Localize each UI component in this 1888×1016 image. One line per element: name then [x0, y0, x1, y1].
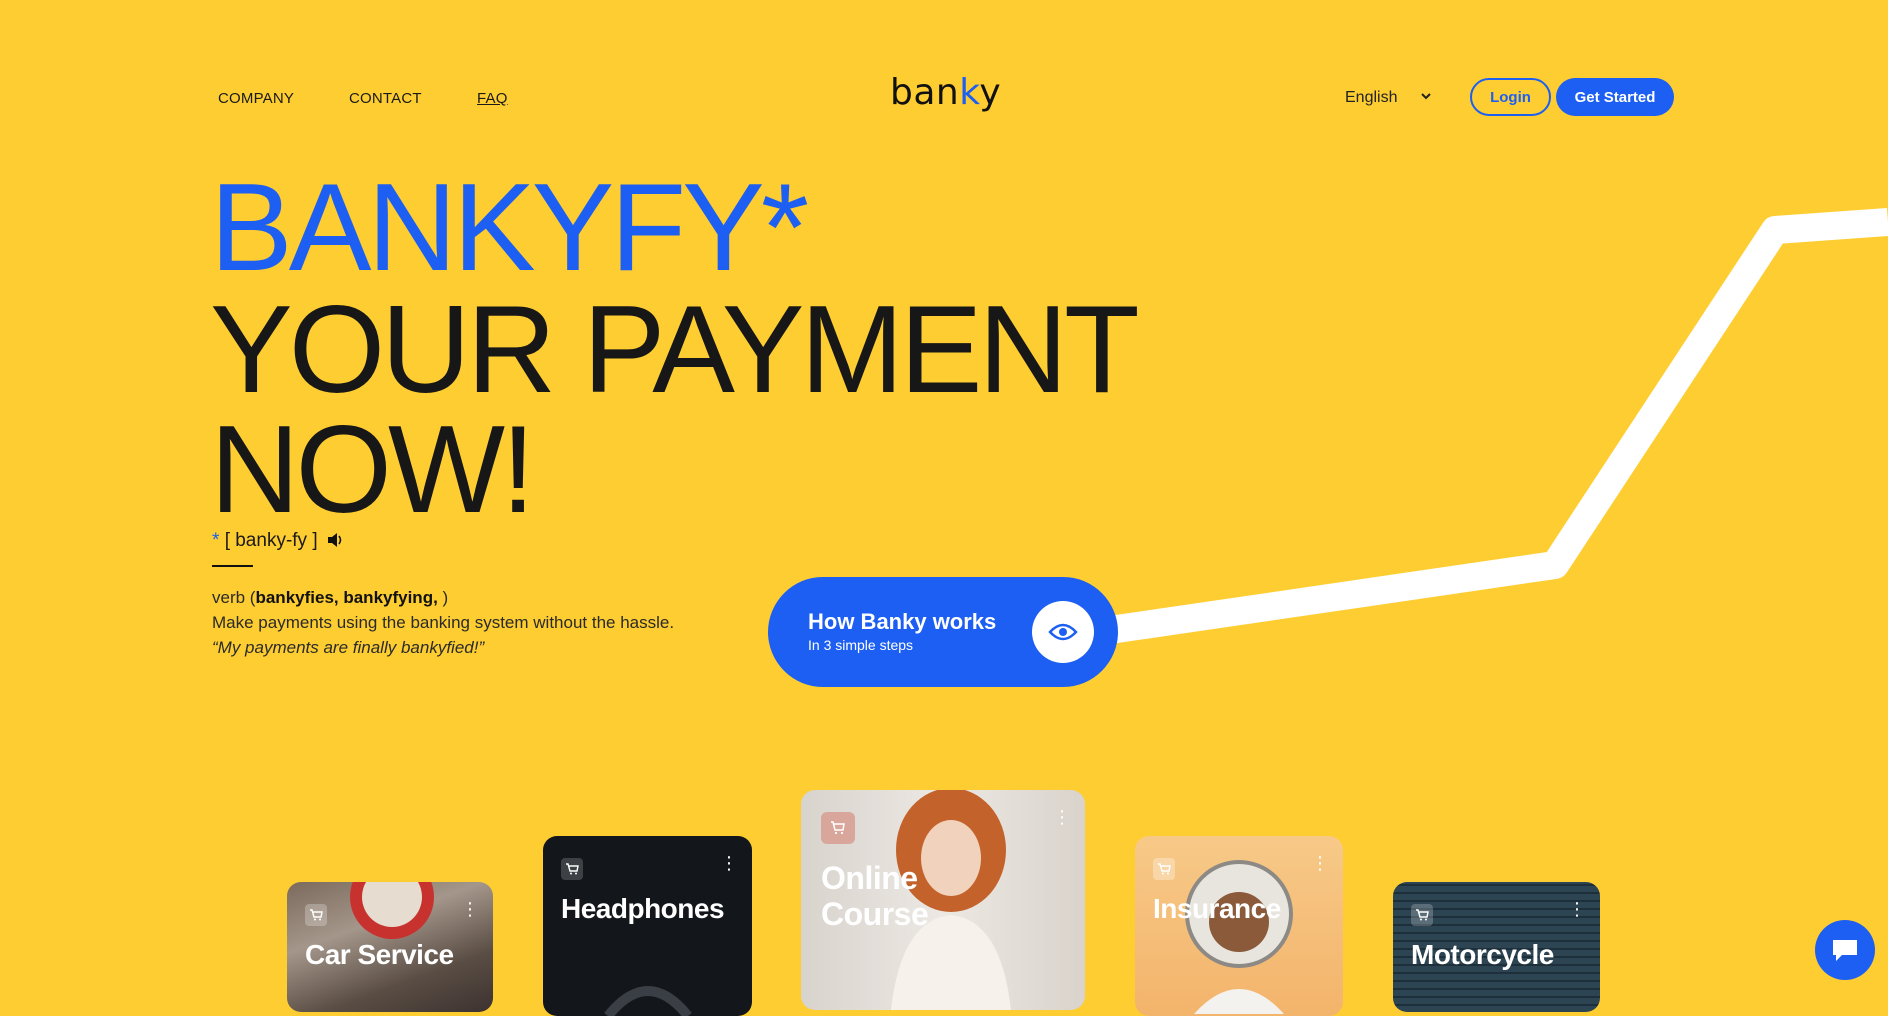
how-banky-works-button[interactable]: How Banky works In 3 simple steps: [768, 577, 1118, 687]
login-button[interactable]: Login: [1470, 78, 1551, 116]
cart-icon[interactable]: [561, 858, 583, 880]
car-service-badge: [350, 882, 434, 939]
cta-title: How Banky works: [808, 609, 997, 634]
more-vertical-icon[interactable]: ⋮: [1053, 808, 1071, 826]
banky-logo[interactable]: banky: [890, 72, 1001, 113]
cart-icon[interactable]: [821, 812, 855, 844]
product-card-motorcycle[interactable]: ⋮ Motorcycle: [1393, 882, 1600, 1012]
headphones-image: [604, 986, 692, 1016]
more-vertical-icon[interactable]: ⋮: [461, 900, 479, 918]
nav-faq-link[interactable]: FAQ: [477, 90, 508, 107]
cart-icon[interactable]: [305, 904, 327, 926]
hero-title-line-2: YOUR PAYMENT: [210, 281, 1140, 419]
chat-icon: [1833, 940, 1857, 961]
nav-contact-link[interactable]: CONTACT: [349, 90, 422, 107]
cart-icon[interactable]: [1153, 858, 1175, 880]
cart-icon[interactable]: [1411, 904, 1433, 926]
definition-text: Make payments using the banking system w…: [212, 613, 675, 632]
definition-forms: bankyfies, bankyfying,: [255, 588, 438, 607]
card-title: Headphones: [561, 893, 725, 924]
divider: [212, 565, 253, 567]
definition: verb (bankyfies, bankyfying, ) Make paym…: [212, 585, 692, 660]
cta-subtitle: In 3 simple steps: [808, 637, 914, 653]
more-vertical-icon[interactable]: ⋮: [1568, 900, 1586, 918]
product-card-online-course[interactable]: ⋮ Online Course: [801, 790, 1085, 1010]
definition-close: ): [437, 588, 449, 607]
insurance-image: [1185, 860, 1293, 1014]
logo-accent-letter: k: [959, 72, 980, 113]
product-card-headphones[interactable]: ⋮ Headphones: [543, 836, 752, 1016]
card-title: Motorcycle: [1411, 939, 1554, 970]
logo-text: ban: [890, 72, 960, 113]
card-title: Online Course: [821, 860, 929, 932]
chat-button[interactable]: [1815, 920, 1875, 980]
speaker-icon[interactable]: [327, 532, 345, 548]
hero-title-line-1: BANKYFY*: [210, 159, 809, 297]
nav-company-link[interactable]: COMPANY: [218, 90, 294, 107]
card-title: Insurance: [1153, 893, 1281, 924]
product-card-car-service[interactable]: ⋮ Car Service: [287, 882, 493, 1012]
definition-quote: “My payments are finally bankyfied!”: [212, 638, 485, 657]
more-vertical-icon[interactable]: ⋮: [1311, 854, 1329, 872]
more-vertical-icon[interactable]: ⋮: [720, 854, 738, 872]
hero-title-line-3: NOW!: [210, 401, 535, 539]
pronunciation: * [ banky-fy ]: [212, 530, 345, 552]
card-title: Car Service: [305, 939, 454, 970]
language-select[interactable]: English: [1345, 89, 1397, 107]
eye-icon: [1032, 601, 1094, 663]
chevron-down-icon[interactable]: [1420, 92, 1432, 102]
pronunciation-star: *: [212, 530, 220, 551]
definition-pos: verb (: [212, 588, 256, 607]
get-started-button[interactable]: Get Started: [1556, 78, 1674, 116]
product-card-insurance[interactable]: ⋮ Insurance: [1135, 836, 1343, 1016]
logo-text-end: y: [979, 72, 1002, 113]
pronunciation-text: [ banky-fy ]: [224, 530, 318, 551]
